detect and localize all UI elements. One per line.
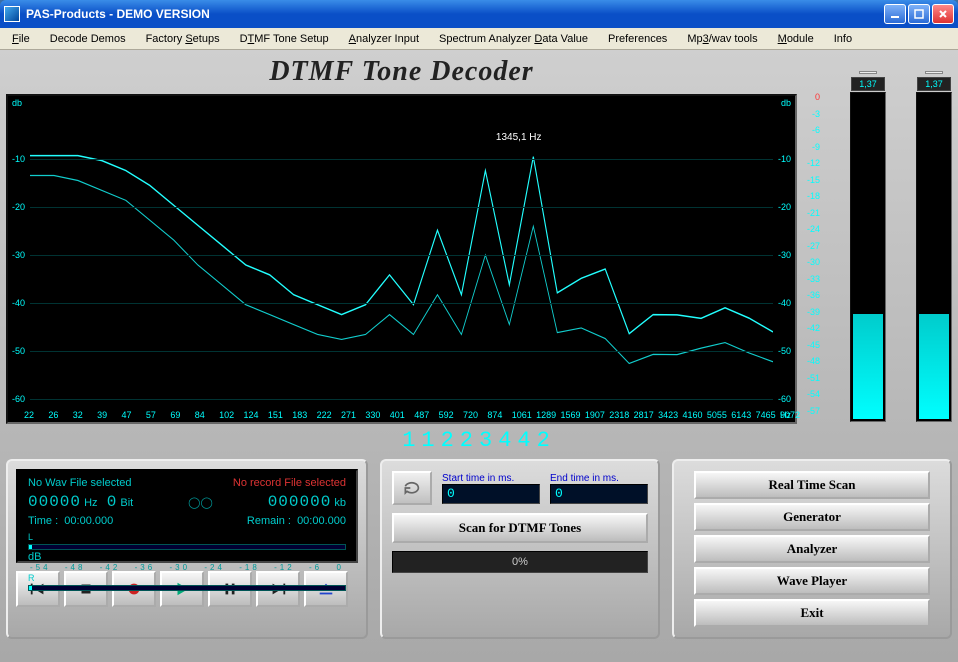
level-bar-left [28,544,346,550]
loop-button[interactable] [392,471,432,505]
client-area: DTMF Tone Decoder db db Hz 1345,1 Hz -10… [0,50,958,662]
y-unit-left: db [12,98,22,108]
vu-left-fill [853,314,883,419]
level-bar-right [28,585,346,591]
vu-right-peak: 1,37 [917,77,951,91]
spectrum-analyzer: db db Hz 1345,1 Hz -10-10-20-20-30-30-40… [6,94,797,424]
start-time-label: Start time in ms. [442,473,540,484]
menu-spectrum-data[interactable]: Spectrum Analyzer Data Value [431,31,596,47]
end-time-label: End time in ms. [550,473,648,484]
window-title: PAS-Products - DEMO VERSION [26,7,884,21]
db-scale: -54-48-42-36-30-24-18-12-60 [28,563,346,572]
maximize-button[interactable] [908,4,930,24]
vu-scale: 0-3-6-9-12-15-18-21-24-27-30-33-36-39-42… [807,92,820,422]
close-button[interactable] [932,4,954,24]
time-value: 00:00.000 [64,515,113,527]
menu-decode-demos[interactable]: Decode Demos [42,31,134,47]
side-buttons: Real Time Scan Generator Analyzer Wave P… [672,459,952,639]
wave-player-button[interactable]: Wave Player [694,567,930,595]
scan-progress: 0% [392,551,648,573]
app-icon [4,6,20,22]
generator-button[interactable]: Generator [694,503,930,531]
titlebar: PAS-Products - DEMO VERSION [0,0,958,28]
vu-meter-left: 1,37 [850,92,886,422]
wav-file-status: No Wav File selected [28,477,132,489]
menu-factory-setups[interactable]: Factory Setups [138,31,228,47]
page-title: DTMF Tone Decoder [6,56,797,88]
real-time-scan-button[interactable]: Real Time Scan [694,471,930,499]
hz-value: 00000 [28,493,81,511]
end-time-input[interactable] [550,484,648,504]
minimize-button[interactable] [884,4,906,24]
bit-value: 0 [107,493,118,511]
menu-info[interactable]: Info [826,31,860,47]
kb-value: 000000 [268,493,332,511]
menu-dtmf-tone-setup[interactable]: DTMF Tone Setup [232,31,337,47]
menu-preferences[interactable]: Preferences [600,31,675,47]
menu-analyzer-input[interactable]: Analyzer Input [341,31,427,47]
player-lcd: No Wav File selected No record File sele… [16,469,358,563]
decoded-digits: 11223442 [6,428,952,453]
y-unit-right: db [781,98,791,108]
start-time-input[interactable] [442,484,540,504]
record-file-status: No record File selected [233,477,346,489]
analyzer-button[interactable]: Analyzer [694,535,930,563]
scan-panel: Start time in ms. End time in ms. Scan f… [380,459,660,639]
exit-button[interactable]: Exit [694,599,930,627]
vu-left-peak: 1,37 [851,77,885,91]
vu-right-fill [919,314,949,419]
menu-file[interactable]: File [4,31,38,47]
scan-dtmf-button[interactable]: Scan for DTMF Tones [392,513,648,543]
remain-value: 00:00.000 [297,515,346,527]
player-panel: No Wav File selected No record File sele… [6,459,368,639]
menu-bar: File Decode Demos Factory Setups DTMF To… [0,28,958,50]
menu-module[interactable]: Module [770,31,822,47]
vu-meter-right: 1,37 [916,92,952,422]
menu-mp3-wav-tools[interactable]: Mp3/wav tools [679,31,765,47]
